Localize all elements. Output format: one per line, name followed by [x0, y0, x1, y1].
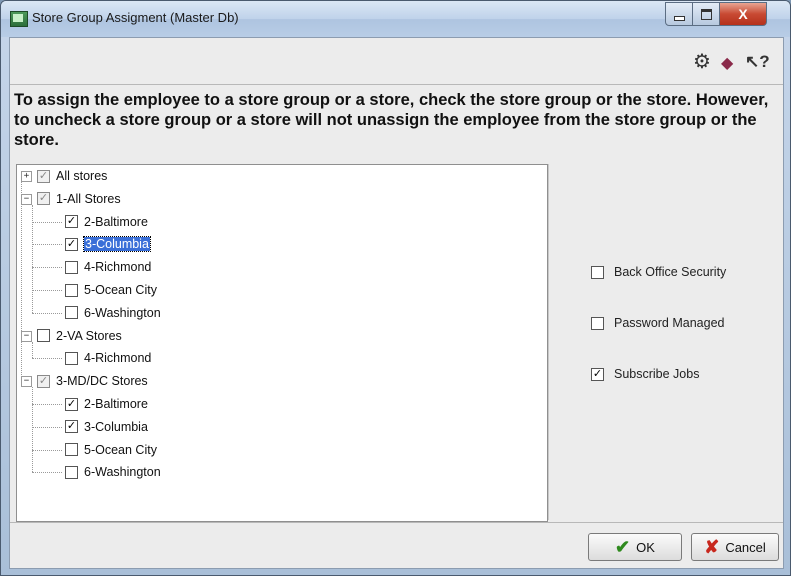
- tree-node-label: 3-Columbia: [84, 419, 148, 434]
- tree-connector: [32, 472, 62, 474]
- tree-node-checkbox[interactable]: [65, 283, 78, 297]
- cancel-x-icon: ✘: [704, 536, 720, 557]
- close-button[interactable]: X: [719, 2, 767, 26]
- tree-node-label: 4-Richmond: [84, 351, 152, 366]
- tree-store-node[interactable]: ✓ 3-Columbia: [65, 235, 151, 253]
- tree-node-label: 3-MD/DC Stores: [56, 374, 148, 389]
- store-tree[interactable]: + ✓ All stores − ✓ 1-All Stores ✓ 2-Baltimore ✓ 3…: [16, 164, 548, 522]
- back-office-security-checkbox[interactable]: [591, 265, 604, 279]
- password-managed-option[interactable]: Password Managed: [591, 316, 724, 330]
- tree-group-node[interactable]: − ✓ 1-All Stores: [21, 190, 121, 208]
- checkmark-icon: ✔: [615, 536, 631, 557]
- tree-store-node[interactable]: ✓ 2-Baltimore: [65, 213, 148, 231]
- tree-node-checkbox[interactable]: [65, 465, 78, 479]
- minimize-icon: [673, 15, 685, 21]
- tree-node-label: 6-Washington: [84, 465, 161, 480]
- tree-node-checkbox[interactable]: ✓: [65, 397, 78, 411]
- subscribe-jobs-checkbox[interactable]: ✓: [591, 367, 604, 381]
- collapse-icon[interactable]: −: [21, 193, 32, 205]
- tree-node-checkbox[interactable]: ✓: [37, 192, 50, 206]
- tree-root-connector: [21, 175, 22, 375]
- tree-node-label: 2-Baltimore: [84, 397, 148, 411]
- button-bar: ✔ OK ✘ Cancel: [10, 522, 783, 569]
- tree-node-label: 6-Washington: [84, 305, 161, 320]
- dialog-window: Store Group Assigment (Master Db) X ⚙ ◆ …: [0, 0, 791, 576]
- toolbar: ⚙ ◆ ↖?: [10, 38, 783, 85]
- tree-group-node[interactable]: − ✓ 3-MD/DC Stores: [21, 372, 148, 390]
- tree-group-node[interactable]: − 2-VA Stores: [21, 327, 122, 345]
- tree-connector: [32, 426, 62, 428]
- instructions-text: To assign the employee to a store group …: [14, 91, 769, 149]
- tree-node-checkbox[interactable]: ✓: [37, 374, 50, 388]
- cancel-button[interactable]: ✘ Cancel: [691, 533, 779, 561]
- tree-node-label: 2-Baltimore: [84, 214, 148, 229]
- ok-button[interactable]: ✔ OK: [588, 533, 682, 561]
- tree-node-checkbox[interactable]: [65, 443, 78, 457]
- options-panel: Back Office Security Password Managed ✓ …: [548, 164, 781, 520]
- window-title: Store Group Assigment (Master Db): [32, 10, 239, 25]
- tree-node-checkbox[interactable]: [65, 351, 78, 365]
- tree-connector: [32, 358, 62, 360]
- tree-connector: [32, 244, 62, 246]
- expand-icon[interactable]: +: [21, 171, 32, 182]
- tree-node-label: 1-All Stores: [56, 191, 121, 206]
- dialog-client-area: ⚙ ◆ ↖? To assign the employee to a store…: [9, 37, 784, 569]
- tree-connector: [32, 387, 33, 473]
- tree-store-node[interactable]: 4-Richmond: [65, 349, 151, 367]
- tree-node-checkbox[interactable]: ✓: [65, 215, 78, 229]
- tree-node-label: All stores: [56, 169, 108, 183]
- tree-group-node[interactable]: + ✓ All stores: [21, 167, 108, 185]
- tree-store-node[interactable]: 4-Richmond: [65, 258, 151, 276]
- tree-store-node[interactable]: ✓ 2-Baltimore: [65, 395, 148, 413]
- maximize-button[interactable]: [692, 2, 720, 26]
- title-bar[interactable]: Store Group Assigment (Master Db) X: [1, 1, 790, 37]
- settings-puzzle-icon[interactable]: ⚙: [693, 52, 711, 72]
- tree-connector: [32, 404, 62, 405]
- tree-store-node[interactable]: 5-Ocean City: [65, 281, 157, 299]
- tree-node-label: 2-VA Stores: [56, 328, 122, 343]
- collapse-icon[interactable]: −: [21, 330, 32, 342]
- subscribe-jobs-option[interactable]: ✓ Subscribe Jobs: [591, 367, 699, 381]
- collapse-icon[interactable]: −: [21, 376, 32, 388]
- tree-connector: [32, 267, 62, 269]
- tree-node-checkbox[interactable]: ✓: [65, 237, 78, 251]
- tree-connector: [32, 204, 33, 313]
- tree-node-checkbox[interactable]: [37, 329, 50, 343]
- tree-connector: [32, 449, 62, 451]
- back-office-security-option[interactable]: Back Office Security: [591, 265, 726, 279]
- tree-node-label: 5-Ocean City: [84, 442, 157, 457]
- tree-node-checkbox[interactable]: ✓: [65, 420, 78, 434]
- tree-store-node[interactable]: 6-Washington: [65, 304, 161, 322]
- whats-this-help-icon[interactable]: ↖?: [745, 52, 770, 72]
- tree-connector: [32, 312, 62, 314]
- app-icon: [10, 11, 28, 27]
- password-managed-label: Password Managed: [614, 316, 725, 330]
- minimize-button[interactable]: [665, 2, 693, 26]
- password-managed-checkbox[interactable]: [591, 316, 604, 330]
- close-icon: X: [738, 6, 748, 22]
- tree-node-label: 4-Richmond: [84, 260, 152, 275]
- ok-label: OK: [636, 539, 655, 555]
- tree-connector: [32, 221, 62, 223]
- maximize-icon: [700, 8, 712, 20]
- help-book-icon[interactable]: ◆: [721, 54, 733, 74]
- tree-store-node[interactable]: 6-Washington: [65, 463, 161, 481]
- tree-store-node[interactable]: 5-Ocean City: [65, 441, 157, 459]
- tree-node-checkbox[interactable]: [65, 306, 78, 320]
- tree-node-label: 5-Ocean City: [84, 283, 157, 297]
- tree-node-label: 3-Columbia: [83, 236, 151, 253]
- tree-node-checkbox[interactable]: ✓: [37, 169, 50, 183]
- cancel-label: Cancel: [725, 539, 766, 555]
- tree-node-checkbox[interactable]: [65, 260, 78, 274]
- tree-connector: [32, 290, 62, 291]
- subscribe-jobs-label: Subscribe Jobs: [614, 367, 700, 381]
- tree-connector: [32, 341, 33, 359]
- tree-store-node[interactable]: ✓ 3-Columbia: [65, 418, 148, 436]
- back-office-security-label: Back Office Security: [614, 265, 727, 279]
